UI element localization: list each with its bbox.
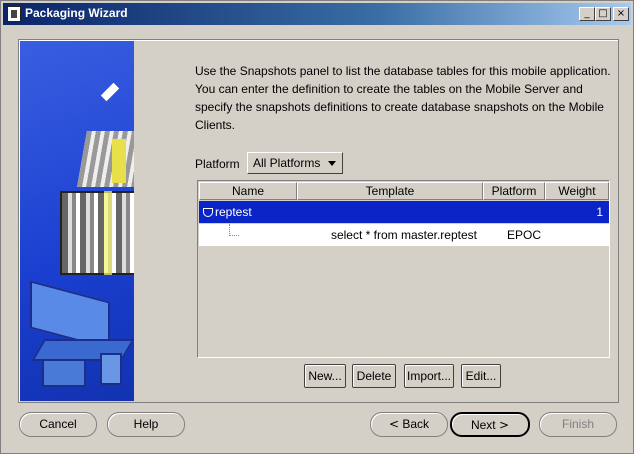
pda-illustration: [100, 353, 122, 385]
cell-platform: EPOC: [506, 228, 541, 242]
cell-name: reptest: [199, 201, 297, 223]
column-header-name[interactable]: Name: [199, 182, 297, 200]
next-button[interactable]: Next >: [450, 412, 530, 437]
maximize-button[interactable]: □: [595, 7, 611, 21]
cell-weight: 1: [596, 205, 603, 219]
collapse-icon[interactable]: [203, 208, 213, 217]
packaging-wizard-window: Packaging Wizard _ □ × Use the Snapshots…: [0, 0, 634, 454]
table-row-reptest[interactable]: reptest 1: [199, 201, 609, 223]
cell-template: select * from master.reptest: [330, 228, 477, 242]
cell-weight: [545, 224, 609, 246]
title-bar[interactable]: Packaging Wizard _ □ ×: [3, 3, 631, 25]
chevron-right-icon: >: [498, 418, 510, 432]
chevron-down-icon: [328, 161, 336, 166]
chevron-left-icon: <: [388, 417, 400, 431]
cell-template: [297, 201, 483, 223]
handheld-device-illustration: [42, 359, 86, 387]
cell-platform: [483, 201, 545, 223]
platform-label: Platform: [195, 157, 240, 171]
column-header-template[interactable]: Template: [297, 182, 483, 200]
edit-button[interactable]: Edit...: [461, 364, 501, 388]
table-row-template[interactable]: select * from master.reptest EPOC: [199, 224, 609, 246]
window-title: Packaging Wizard: [25, 6, 128, 20]
platform-select[interactable]: All Platforms: [247, 152, 343, 174]
back-label: Back: [402, 417, 430, 431]
import-button[interactable]: Import...: [404, 364, 454, 388]
magic-wand-icon: [100, 82, 120, 102]
help-button[interactable]: Help: [107, 412, 185, 437]
close-button[interactable]: ×: [613, 7, 629, 21]
snapshots-table[interactable]: Name Template Platform Weight reptest 1 …: [197, 180, 610, 358]
cancel-button[interactable]: Cancel: [19, 412, 97, 437]
table-header: Name Template Platform Weight: [199, 182, 609, 200]
app-icon: [7, 6, 21, 22]
finish-button[interactable]: Finish: [539, 412, 617, 437]
column-header-platform[interactable]: Platform: [483, 182, 545, 200]
cell-name: [199, 224, 297, 246]
minimize-button[interactable]: _: [579, 7, 595, 21]
wizard-panel: Use the Snapshots panel to list the data…: [18, 39, 619, 403]
back-button[interactable]: < Back: [370, 412, 448, 437]
wizard-illustration: [20, 41, 134, 401]
column-header-weight[interactable]: Weight: [545, 182, 609, 200]
delete-button[interactable]: Delete: [352, 364, 396, 388]
table-grid-illustration: [60, 191, 134, 275]
tree-connector: [229, 224, 239, 236]
platform-select-value: All Platforms: [253, 156, 321, 170]
new-button[interactable]: New...: [304, 364, 346, 388]
next-label: Next: [470, 418, 496, 432]
intro-text: Use the Snapshots panel to list the data…: [195, 64, 611, 132]
